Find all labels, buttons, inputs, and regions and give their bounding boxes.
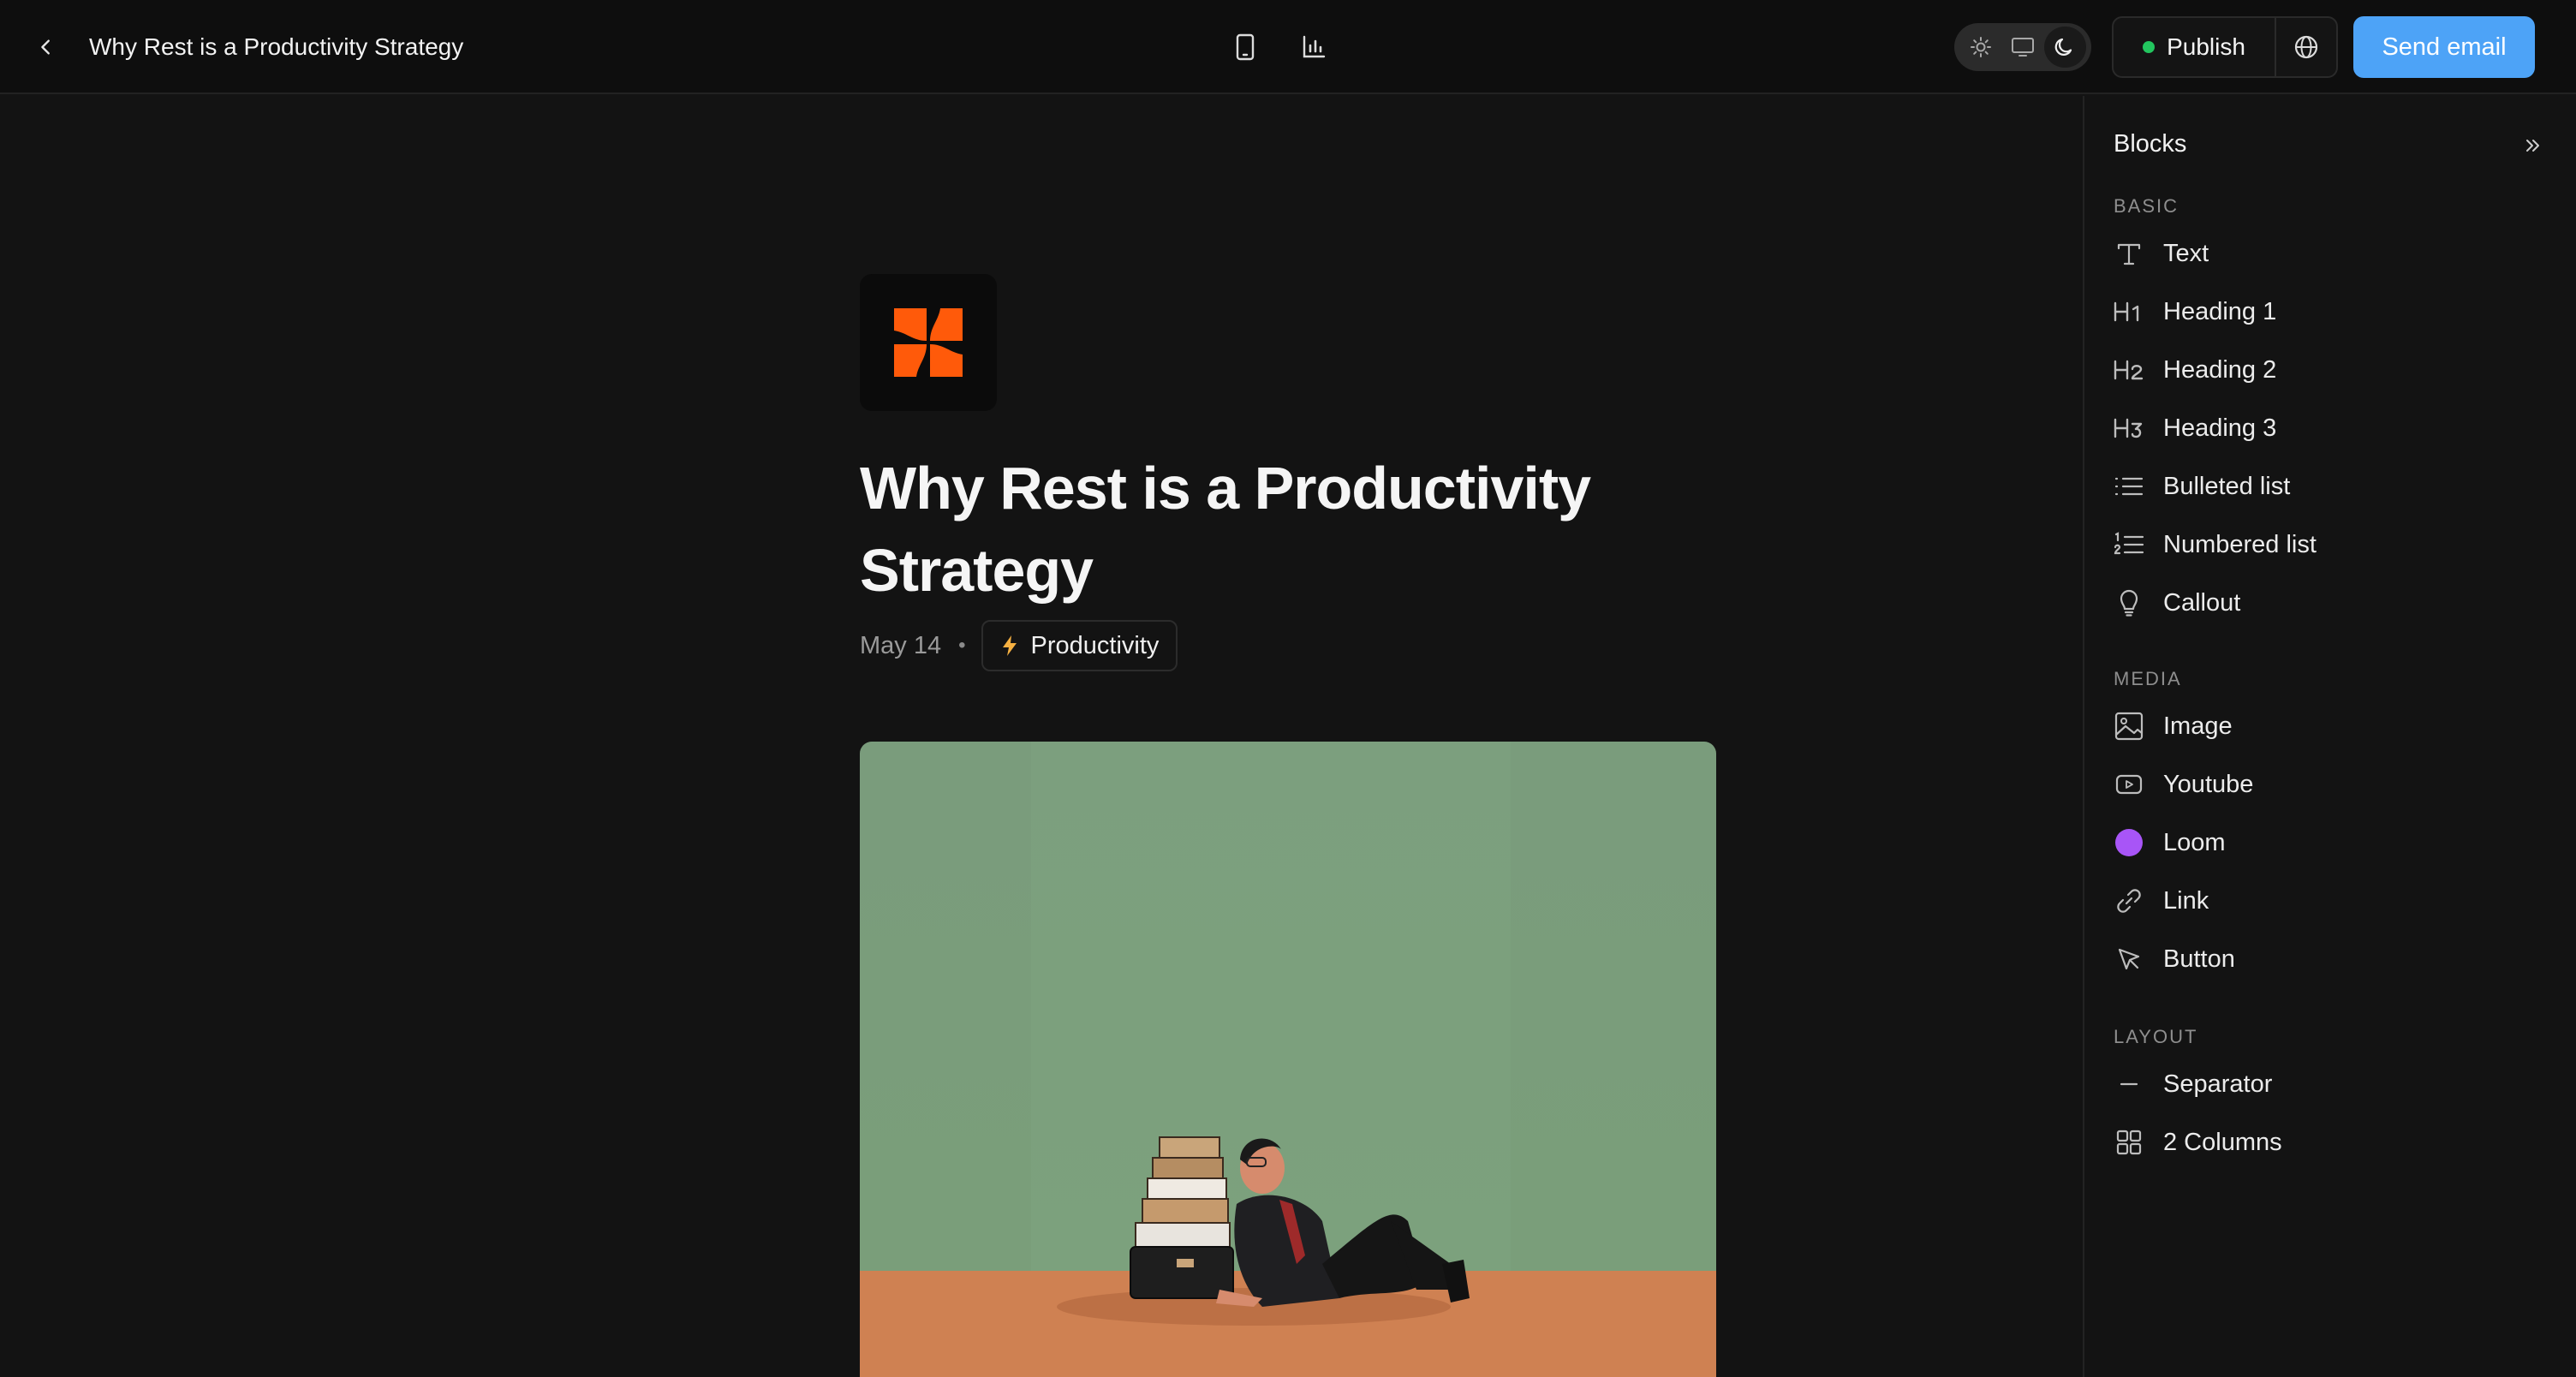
top-bar: Why Rest is a Productivity Strategy Publ… [0, 0, 2576, 94]
link-icon [2112, 884, 2146, 918]
bar-chart-icon [1303, 35, 1326, 58]
phone-icon [1236, 33, 1255, 61]
separator-icon [2112, 1067, 2146, 1101]
block-item-separator[interactable]: Separator [2112, 1058, 2549, 1110]
block-label: Button [2163, 945, 2235, 973]
pinwheel-logo-icon [894, 308, 963, 377]
publish-button[interactable]: Publish [2114, 18, 2276, 76]
text-icon [2112, 236, 2146, 271]
block-label: Heading 3 [2163, 414, 2277, 442]
block-item-link[interactable]: Link [2112, 875, 2549, 927]
article-date: May 14 [860, 631, 942, 659]
block-label: Bulleted list [2163, 472, 2291, 500]
cursor-icon [2112, 942, 2146, 976]
block-label: Loom [2163, 828, 2226, 856]
image-icon [2112, 709, 2146, 743]
lightbulb-icon [2112, 586, 2146, 620]
hero-illustration [860, 742, 1716, 1377]
publication-logo[interactable] [860, 274, 997, 411]
columns-icon [2112, 1125, 2146, 1159]
block-item-text[interactable]: Text [2112, 228, 2549, 279]
block-label: Text [2163, 239, 2209, 267]
block-item-callout[interactable]: Callout [2112, 577, 2549, 629]
analytics-button[interactable] [1293, 27, 1334, 68]
block-item-loom[interactable]: Loom [2112, 817, 2549, 868]
block-label: Youtube [2163, 770, 2254, 798]
light-theme-option[interactable] [1959, 27, 2001, 68]
section-label-media: MEDIA [2114, 668, 2182, 689]
double-chevron-right-icon [2526, 140, 2539, 152]
block-item-heading-2[interactable]: Heading 2 [2112, 344, 2549, 396]
publish-group: Publish [2112, 16, 2338, 78]
block-item-numbered-list[interactable]: Numbered list [2112, 519, 2549, 570]
globe-icon [2294, 35, 2318, 59]
hero-image[interactable] [860, 742, 1716, 1377]
category-tag[interactable]: Productivity [981, 620, 1178, 671]
moon-icon [2055, 38, 2072, 56]
numbered-list-icon [2112, 528, 2146, 562]
site-settings-button[interactable] [2276, 18, 2336, 76]
monitor-icon [2011, 38, 2034, 57]
system-theme-option[interactable] [2001, 27, 2043, 68]
block-item-bulleted-list[interactable]: Bulleted list [2112, 461, 2549, 512]
document-title: Why Rest is a Productivity Strategy [89, 33, 464, 60]
back-button[interactable] [26, 27, 67, 68]
block-label: 2 Columns [2163, 1128, 2282, 1156]
theme-switch [1954, 23, 2091, 71]
block-label: Link [2163, 886, 2209, 915]
section-label-basic: BASIC [2114, 195, 2179, 217]
bulleted-list-icon [2112, 469, 2146, 504]
block-item-image[interactable]: Image [2112, 700, 2549, 752]
lightning-icon [1002, 635, 1017, 656]
mobile-preview-button[interactable] [1225, 27, 1266, 68]
heading3-icon [2112, 411, 2146, 445]
block-label: Heading 2 [2163, 355, 2277, 384]
youtube-icon [2112, 767, 2146, 802]
editor-canvas: Why Rest is a Productivity Strategy May … [0, 96, 2083, 1377]
send-email-button[interactable]: Send email [2353, 16, 2535, 78]
publish-label: Publish [2167, 33, 2245, 60]
chevron-left-icon [41, 39, 50, 55]
block-item-heading-1[interactable]: Heading 1 [2112, 286, 2549, 337]
block-item-youtube[interactable]: Youtube [2112, 759, 2549, 810]
meta-separator: • [958, 634, 966, 657]
published-status-dot [2143, 41, 2156, 53]
block-label: Image [2163, 712, 2233, 740]
dark-theme-option[interactable] [2043, 27, 2086, 68]
block-label: Callout [2163, 588, 2241, 617]
tag-label: Productivity [1030, 631, 1160, 659]
view-tools [1225, 27, 1334, 68]
blocks-panel: Blocks BASIC Text Heading 1 Heading 2 He… [2083, 96, 2576, 1377]
block-item-button[interactable]: Button [2112, 933, 2549, 985]
panel-title: Blocks [2114, 130, 2187, 158]
heading1-icon [2112, 295, 2146, 329]
block-item-2-columns[interactable]: 2 Columns [2112, 1117, 2549, 1168]
block-label: Numbered list [2163, 530, 2317, 558]
block-label: Heading 1 [2163, 297, 2277, 325]
block-item-heading-3[interactable]: Heading 3 [2112, 402, 2549, 454]
block-label: Separator [2163, 1070, 2273, 1098]
collapse-panel-button[interactable] [2513, 125, 2554, 166]
article-meta: May 14 • Productivity [860, 620, 1178, 671]
section-label-layout: LAYOUT [2114, 1026, 2198, 1047]
loom-icon [2112, 826, 2146, 860]
sun-icon [1970, 37, 1991, 57]
heading2-icon [2112, 353, 2146, 387]
article-title[interactable]: Why Rest is a Productivity Strategy [860, 447, 1631, 611]
